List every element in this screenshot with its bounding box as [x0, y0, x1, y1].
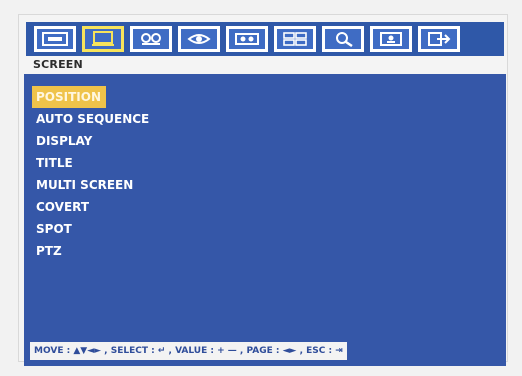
device-icon[interactable]: [226, 26, 268, 52]
network-icon[interactable]: [274, 26, 316, 52]
navigation-hint: MOVE : ▲▼◄► , SELECT : ↵ , VALUE : + — ,…: [30, 342, 347, 360]
menu-item-title[interactable]: TITLE: [32, 152, 153, 174]
system-icon[interactable]: [322, 26, 364, 52]
menu-item-ptz[interactable]: PTZ: [32, 240, 153, 262]
menu-item-covert[interactable]: COVERT: [32, 196, 153, 218]
menu-item-position[interactable]: POSITION: [32, 86, 106, 108]
screen-menu: POSITION AUTO SEQUENCE DISPLAY TITLE MUL…: [32, 86, 153, 262]
menu-item-spot[interactable]: SPOT: [32, 218, 153, 240]
user-icon[interactable]: [370, 26, 412, 52]
menu-panel: POSITION AUTO SEQUENCE DISPLAY TITLE MUL…: [24, 74, 506, 366]
toolbar: [26, 22, 504, 56]
screen-icon[interactable]: [82, 26, 124, 52]
section-title: SCREEN: [33, 58, 83, 71]
exit-icon[interactable]: [418, 26, 460, 52]
menu-item-display[interactable]: DISPLAY: [32, 130, 153, 152]
menu-item-auto-sequence[interactable]: AUTO SEQUENCE: [32, 108, 153, 130]
event-icon[interactable]: [178, 26, 220, 52]
camera-setup-icon[interactable]: [34, 26, 76, 52]
menu-item-multi-screen[interactable]: MULTI SCREEN: [32, 174, 153, 196]
record-icon[interactable]: [130, 26, 172, 52]
